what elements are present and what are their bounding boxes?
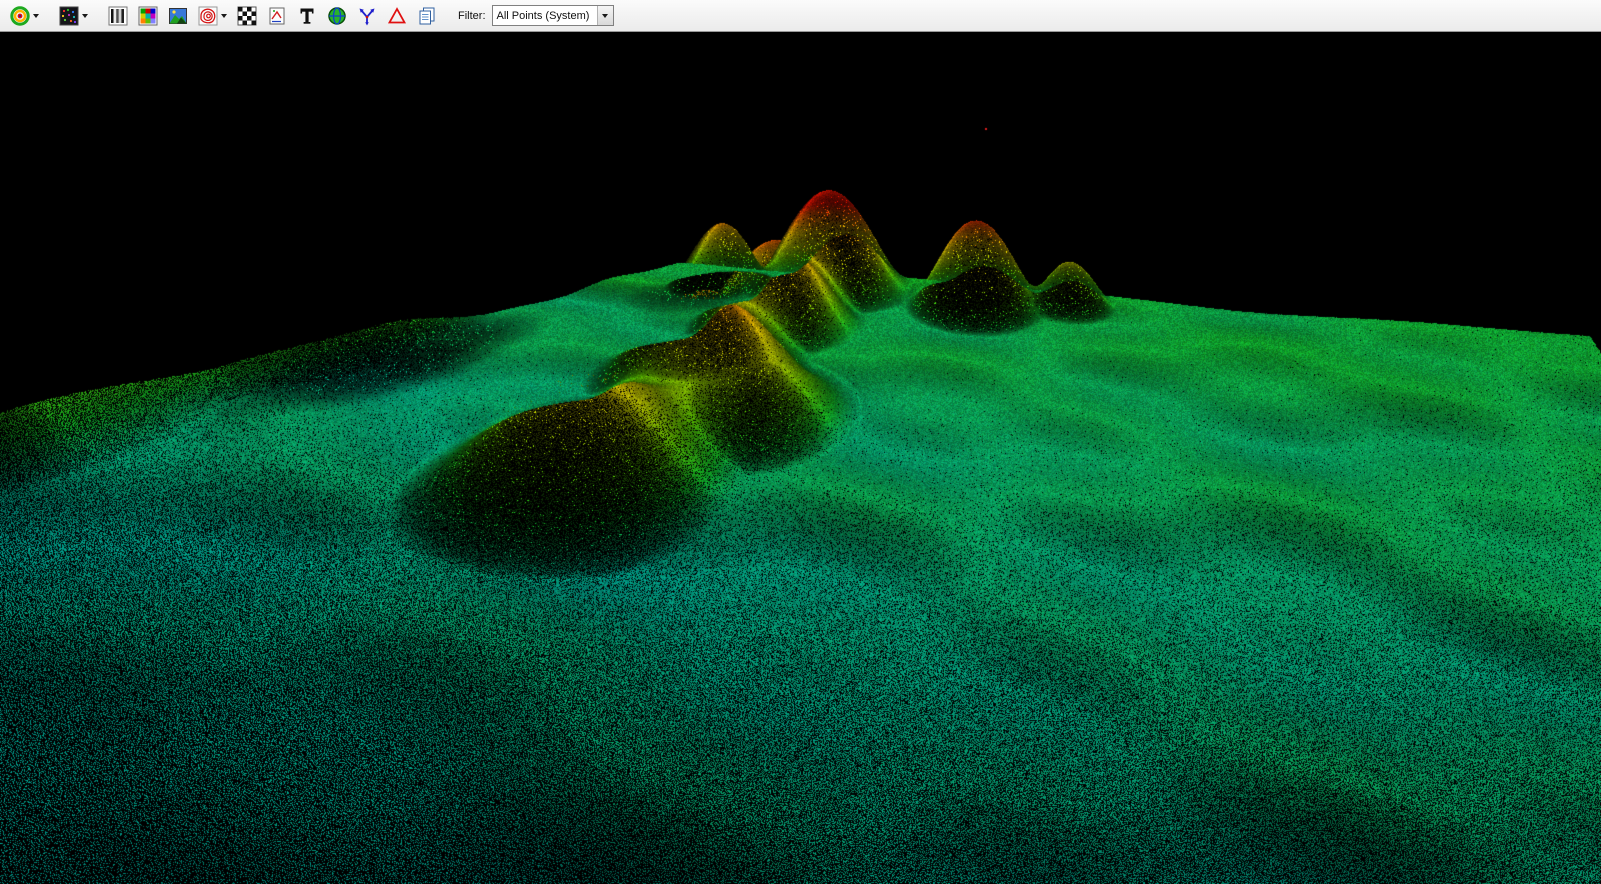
class-palette-icon [138, 6, 158, 26]
text-tool-button[interactable] [293, 3, 321, 29]
copy-pages-icon [417, 6, 437, 26]
toolbar: Filter: All Points (System) [0, 0, 1601, 32]
copy-button[interactable] [413, 3, 441, 29]
intensity-bars-button[interactable] [104, 3, 132, 29]
chevron-down-icon [33, 14, 39, 18]
color-rings-button[interactable] [6, 3, 43, 29]
annotate-button[interactable] [263, 3, 291, 29]
color-rings-icon [10, 6, 30, 26]
app-window: Filter: All Points (System) [0, 0, 1601, 884]
globe-button[interactable] [323, 3, 351, 29]
scatter-plot-icon [59, 6, 79, 26]
checkerboard-button[interactable] [233, 3, 261, 29]
chevron-down-icon [82, 14, 88, 18]
axes-3d-icon [357, 6, 377, 26]
chevron-down-icon [221, 14, 227, 18]
contours-icon [198, 6, 218, 26]
point-scatter-button[interactable] [55, 3, 92, 29]
annotate-page-icon [267, 6, 287, 26]
contours-button[interactable] [194, 3, 231, 29]
intensity-bars-icon [108, 6, 128, 26]
class-palette-button[interactable] [134, 3, 162, 29]
image-overlay-button[interactable] [164, 3, 192, 29]
filter-dropdown[interactable]: All Points (System) [492, 5, 614, 26]
axes-button[interactable] [353, 3, 381, 29]
checkerboard-icon [237, 6, 257, 26]
tin-triangle-button[interactable] [383, 3, 411, 29]
globe-icon [327, 6, 347, 26]
triangle-icon [387, 6, 407, 26]
filter-label: Filter: [458, 10, 486, 22]
text-tool-icon [297, 6, 317, 26]
filter-dropdown-value: All Points (System) [493, 10, 597, 22]
pointcloud-canvas[interactable] [0, 32, 1601, 884]
viewport[interactable] [0, 32, 1601, 884]
image-overlay-icon [168, 6, 188, 26]
chevron-down-icon[interactable] [597, 6, 613, 25]
